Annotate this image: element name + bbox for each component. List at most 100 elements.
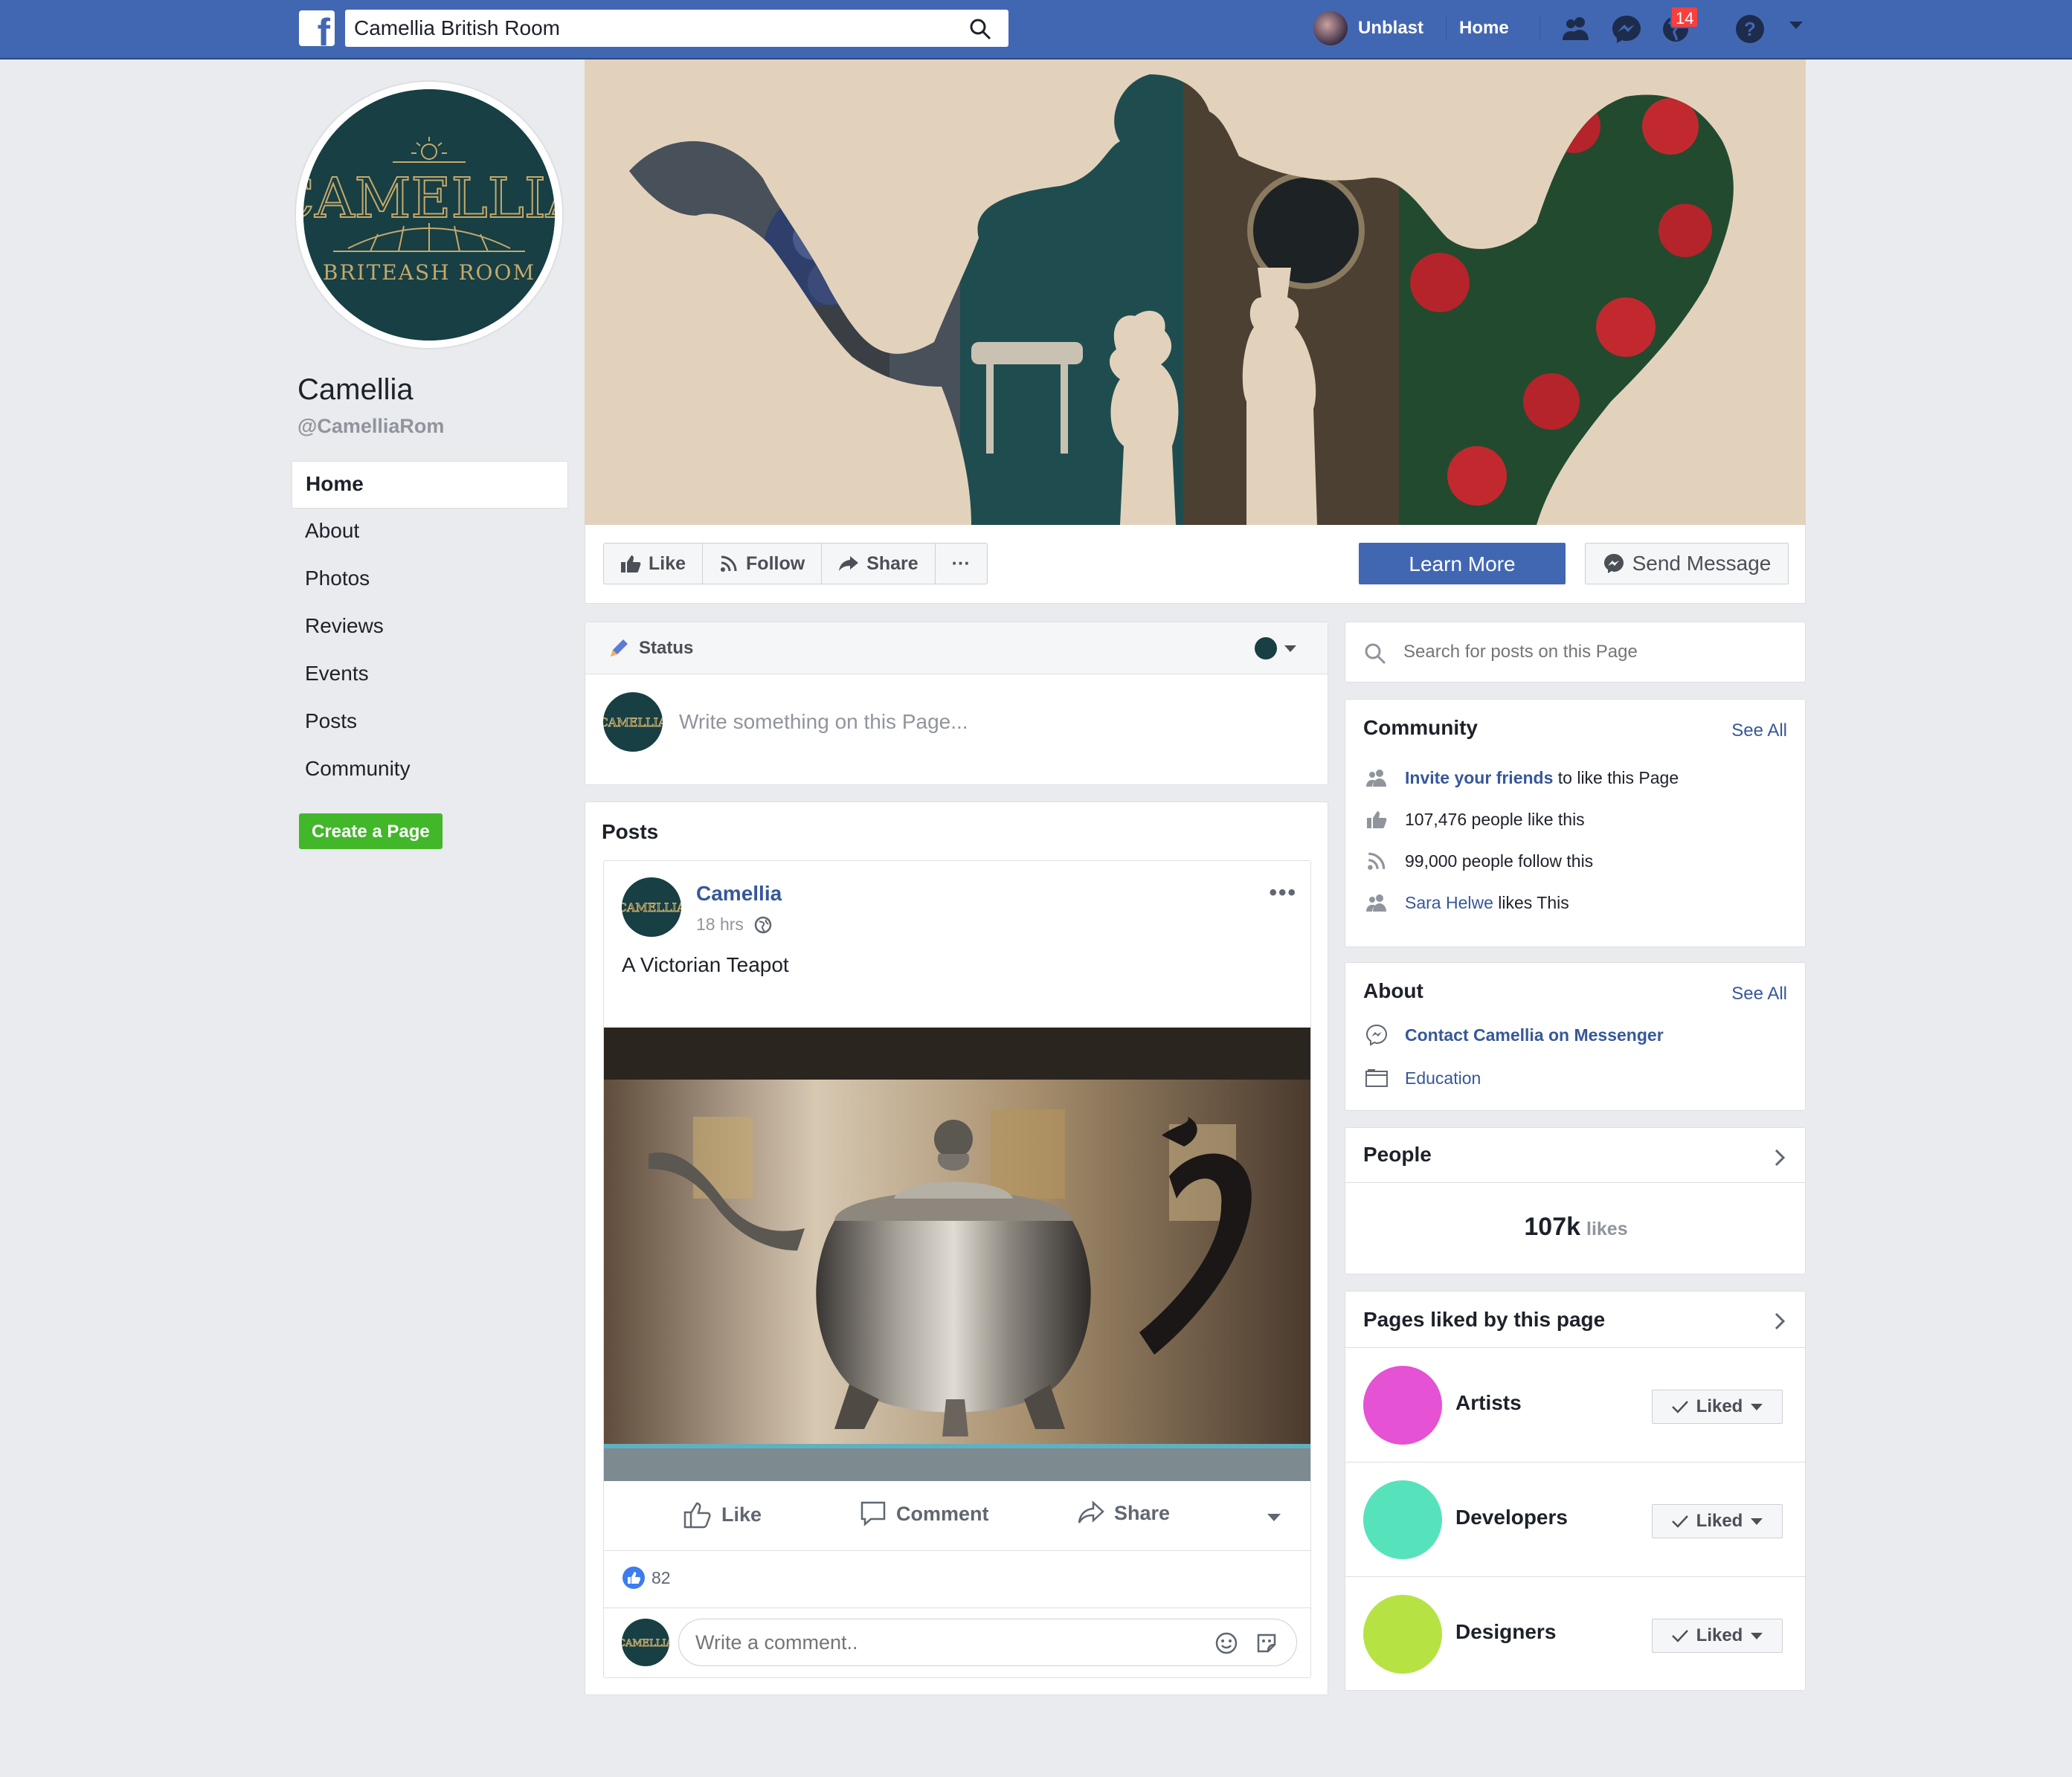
learn-more-button[interactable]: Learn More	[1359, 543, 1566, 584]
sticker-icon[interactable]	[1255, 1631, 1278, 1655]
more-options-button[interactable]: ···	[936, 544, 987, 584]
post-as-selector[interactable]	[1255, 637, 1298, 659]
people-header[interactable]: People	[1345, 1128, 1805, 1183]
notifications-badge: 14	[1670, 6, 1699, 28]
reaction-summary[interactable]: 82	[622, 1566, 671, 1590]
nav-item-posts[interactable]: Posts	[292, 699, 568, 746]
post-time: 18 hrs	[696, 915, 744, 934]
messenger-contact-link[interactable]: Contact Camellia on Messenger	[1405, 1025, 1664, 1045]
comment-row: CAMELLIA	[604, 1607, 1310, 1677]
post-comment-button[interactable]: Comment	[859, 1500, 989, 1527]
comment-input[interactable]	[695, 1631, 1171, 1654]
friend-name-link[interactable]: Sara Helwe	[1405, 893, 1493, 912]
post-share-label: Share	[1114, 1501, 1171, 1524]
user-name: Unblast	[1358, 18, 1424, 38]
liked-button[interactable]: Liked	[1652, 1619, 1783, 1653]
post: CAMELLIA Camellia 18 hrs ••• A Victorian…	[603, 860, 1311, 1678]
post-like-label: Like	[721, 1503, 762, 1526]
people-card: People 107k likes	[1345, 1127, 1806, 1274]
nav-item-about[interactable]: About	[292, 509, 568, 556]
nav-item-reviews[interactable]: Reviews	[292, 604, 568, 651]
about-see-all-link[interactable]: See All	[1731, 984, 1787, 1004]
page-avatar[interactable]	[1363, 1595, 1442, 1674]
category-link[interactable]: Education	[1405, 1068, 1481, 1089]
nav-item-community[interactable]: Community	[292, 746, 568, 794]
comment-icon	[860, 1501, 886, 1526]
follows-text: 99,000 people follow this	[1405, 851, 1594, 871]
follow-page-button[interactable]: Follow	[703, 544, 823, 584]
liked-button[interactable]: Liked	[1652, 1504, 1783, 1538]
post-photo-teapot[interactable]	[604, 1028, 1310, 1481]
post-composer: Status CAMELLIA Write something on this …	[585, 622, 1328, 785]
post-options-icon[interactable]: •••	[1269, 880, 1297, 906]
about-card: About See All Contact Camellia on Messen…	[1345, 962, 1806, 1111]
liked-page-name[interactable]: Designers	[1455, 1620, 1556, 1644]
search-input[interactable]	[354, 16, 949, 40]
checkmark-icon	[1671, 1401, 1688, 1413]
profile-link[interactable]: Unblast	[1313, 9, 1423, 48]
liked-page-row: Artists Liked	[1345, 1348, 1806, 1462]
community-title: Community	[1363, 716, 1478, 739]
messenger-icon[interactable]	[1609, 12, 1644, 46]
invite-friends-link[interactable]: Invite your friends	[1405, 768, 1553, 787]
friends-icon[interactable]	[1559, 12, 1593, 46]
post-share-button[interactable]: Share	[1077, 1500, 1170, 1526]
rss-icon	[721, 555, 737, 572]
page-avatar[interactable]	[1363, 1480, 1442, 1559]
liked-page-row: Developers Liked	[1345, 1462, 1806, 1577]
status-tab[interactable]: Status	[639, 638, 693, 659]
liked-page-name[interactable]: Artists	[1455, 1391, 1522, 1415]
caret-down-icon[interactable]	[1786, 15, 1806, 34]
likes-text: 107,476 people like this	[1405, 809, 1585, 829]
nav-item-home[interactable]: Home	[292, 461, 568, 509]
nav-item-events[interactable]: Events	[292, 651, 568, 699]
help-icon[interactable]: ?	[1733, 12, 1767, 46]
caret-down-icon	[1284, 645, 1296, 652]
post-author[interactable]: Camellia	[696, 882, 782, 906]
people-title: People	[1363, 1143, 1432, 1166]
avatar	[1313, 11, 1348, 45]
page-handle[interactable]: @CamelliaRom	[297, 415, 444, 438]
home-link[interactable]: Home	[1459, 18, 1509, 39]
liked-pages-title: Pages liked by this page	[1363, 1308, 1606, 1331]
search-icon	[1365, 643, 1386, 665]
share-page-button[interactable]: Share	[822, 544, 936, 584]
avatar[interactable]: CAMELLIA	[622, 877, 681, 937]
facebook-f-icon[interactable]: f	[299, 10, 335, 46]
emoji-icon[interactable]	[1214, 1631, 1238, 1655]
posts-section: Posts CAMELLIA Camellia 18 hrs ••• A Vic…	[585, 802, 1328, 1695]
rss-icon	[1368, 852, 1386, 870]
liked-pages-header[interactable]: Pages liked by this page	[1345, 1291, 1805, 1348]
reaction-count: 82	[651, 1567, 671, 1587]
search-icon[interactable]	[968, 17, 992, 41]
likes-row: 107,476 people like this	[1363, 808, 1585, 831]
like-label: Like	[649, 552, 686, 574]
comment-box	[678, 1619, 1297, 1666]
profile-picture[interactable]: CAMELLIA BRITEASH ROOM	[296, 82, 562, 348]
post-actions: Like Comment Share	[604, 1484, 1310, 1551]
post-timestamp[interactable]: 18 hrs	[696, 915, 772, 935]
composer-input[interactable]: CAMELLIA Write something on this Page...	[603, 692, 968, 752]
friend-likes-row: Sara Helwe likes This	[1363, 891, 1569, 914]
create-page-button[interactable]: Create a Page	[299, 813, 443, 849]
send-message-button[interactable]: Send Message	[1585, 543, 1789, 584]
friends-icon	[1366, 894, 1386, 912]
liked-button[interactable]: Liked	[1652, 1390, 1783, 1424]
post-like-button[interactable]: Like	[683, 1500, 762, 1529]
liked-page-name[interactable]: Developers	[1455, 1506, 1568, 1529]
post-text: A Victorian Teapot	[622, 953, 789, 976]
caret-down-icon[interactable]	[1266, 1511, 1282, 1524]
cover-photo[interactable]	[585, 59, 1806, 525]
page-action-bar: Like Follow Share ··· Learn More Send Me…	[585, 525, 1806, 604]
nav-item-photos[interactable]: Photos	[292, 556, 568, 604]
community-see-all-link[interactable]: See All	[1731, 720, 1787, 741]
caret-down-icon	[1751, 1633, 1763, 1639]
page-avatar[interactable]	[1363, 1366, 1442, 1445]
page-search-input[interactable]	[1403, 642, 1775, 662]
likes-unit: likes	[1586, 1219, 1628, 1239]
like-page-button[interactable]: Like	[604, 544, 704, 584]
page-name[interactable]: Camellia	[297, 373, 414, 407]
liked-label: Liked	[1696, 1396, 1743, 1416]
composer-header: Status	[585, 622, 1328, 674]
divider	[1539, 16, 1540, 40]
